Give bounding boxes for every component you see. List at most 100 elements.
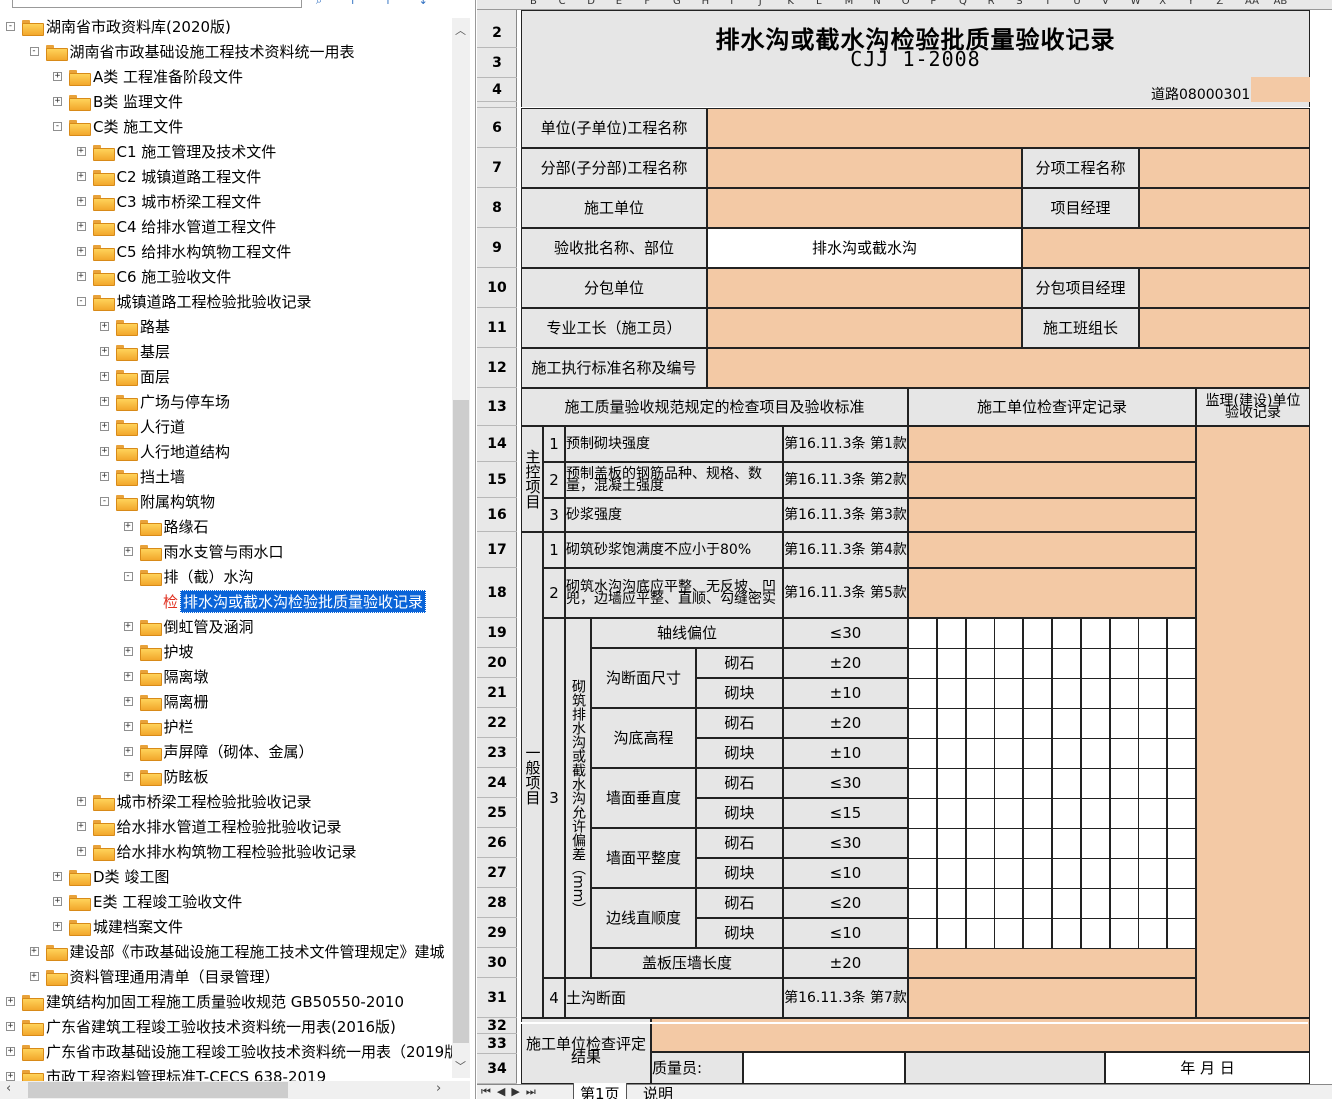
measurement-cell[interactable] <box>1167 828 1197 859</box>
column-letter[interactable]: AA <box>1245 0 1259 7</box>
column-letter[interactable]: J <box>759 0 762 7</box>
measurement-cell[interactable] <box>1052 618 1081 649</box>
column-letter[interactable]: Y <box>1188 0 1194 7</box>
measurement-cell[interactable] <box>1109 678 1139 709</box>
expand-icon[interactable]: + <box>100 372 109 381</box>
measurement-cell[interactable] <box>908 858 937 889</box>
tree-node[interactable]: + 护坡 <box>123 639 194 663</box>
measurement-cell[interactable] <box>936 708 966 739</box>
measurement-cell[interactable] <box>1023 858 1053 889</box>
measurement-cell[interactable] <box>1052 738 1081 769</box>
column-letter[interactable]: P <box>930 0 936 7</box>
measurement-cell[interactable] <box>1109 888 1139 919</box>
tree-node[interactable]: + 倒虹管及涵洞 <box>123 614 254 638</box>
tree-node[interactable]: + 防眩板 <box>123 764 209 788</box>
foreman-value[interactable] <box>707 308 1022 348</box>
measurement-cell[interactable] <box>1138 888 1168 919</box>
measurement-cell[interactable] <box>908 918 937 949</box>
measurement-cell[interactable] <box>965 918 995 949</box>
sheet-nav-arrows[interactable]: ⏮◀▶⏭ <box>481 1085 542 1099</box>
column-letter[interactable]: L <box>816 0 822 7</box>
measurement-cell[interactable] <box>1109 918 1139 949</box>
expand-icon[interactable]: + <box>76 797 86 806</box>
exec-std-value[interactable] <box>707 348 1310 388</box>
sub-pm-value[interactable] <box>1139 268 1310 308</box>
measurement-cell[interactable] <box>936 798 966 829</box>
measurement-cell[interactable] <box>1167 618 1197 649</box>
expand-icon[interactable]: + <box>6 1022 15 1031</box>
row-number[interactable]: 17 <box>477 532 517 568</box>
column-letter[interactable]: AB <box>1274 0 1288 7</box>
measurement-cell[interactable] <box>965 738 995 769</box>
supervisor-record[interactable] <box>1196 426 1310 1018</box>
measurement-cell[interactable] <box>965 618 995 649</box>
row-number[interactable]: 3 <box>477 48 517 78</box>
expand-icon[interactable]: + <box>53 897 62 906</box>
measurement-cell[interactable] <box>936 858 966 889</box>
column-letter[interactable]: D <box>587 0 595 7</box>
measurement-cell[interactable] <box>1052 648 1081 679</box>
measurement-cell[interactable] <box>1052 798 1081 829</box>
measurement-cell[interactable] <box>1023 678 1053 709</box>
measurement-cell[interactable] <box>908 888 937 919</box>
sheet-tab[interactable]: 说明 <box>637 1083 679 1099</box>
collapse-icon[interactable]: - <box>6 22 15 31</box>
division-value[interactable] <box>707 148 1022 188</box>
inspector-value[interactable] <box>743 1052 905 1084</box>
measurement-cell[interactable] <box>994 618 1024 649</box>
measurement-cell[interactable] <box>1052 768 1081 799</box>
tree-node[interactable]: + 雨水支管与雨水口 <box>123 539 284 563</box>
tree-node[interactable]: - C类 施工文件 <box>53 114 183 138</box>
expand-icon[interactable]: + <box>76 172 86 181</box>
expand-icon[interactable]: + <box>76 147 86 156</box>
item-record[interactable] <box>908 978 1196 1018</box>
row-number[interactable]: 4 <box>477 78 517 102</box>
column-letter[interactable]: S <box>1016 0 1022 7</box>
measurement-cell[interactable] <box>1138 648 1168 679</box>
tree-node[interactable]: + 广东省建筑工程竣工验收技术资料统一用表(2016版) <box>6 1014 396 1038</box>
column-letter[interactable]: B <box>530 0 537 7</box>
measurement-cell[interactable] <box>994 738 1024 769</box>
measurement-cell[interactable] <box>994 828 1024 859</box>
measurement-cell[interactable] <box>1080 828 1110 859</box>
measurement-cell[interactable] <box>1080 678 1110 709</box>
measurement-cell[interactable] <box>1109 738 1139 769</box>
row-number[interactable]: 24 <box>477 768 517 798</box>
tree-vertical-scrollbar[interactable]: ︿ ﹀ <box>452 18 470 1078</box>
row-number[interactable]: 9 <box>477 228 517 268</box>
column-letter[interactable]: U <box>1073 0 1080 7</box>
tree-node[interactable]: + 城市桥梁工程检验批验收记录 <box>76 789 312 813</box>
measurement-cell[interactable] <box>965 768 995 799</box>
expand-icon[interactable]: + <box>100 422 109 431</box>
row-number[interactable]: 12 <box>477 348 517 388</box>
measurement-cell[interactable] <box>936 678 966 709</box>
measurement-cell[interactable] <box>994 858 1024 889</box>
measurement-cell[interactable] <box>1138 798 1168 829</box>
tree-node[interactable]: + 建设部《市政基础设施工程施工技术文件管理规定》建城 <box>29 939 445 963</box>
measurement-cell[interactable] <box>1109 828 1139 859</box>
column-letter[interactable]: H <box>702 0 710 7</box>
column-letter[interactable]: I <box>730 0 733 7</box>
row-number[interactable]: 10 <box>477 268 517 308</box>
measurement-cell[interactable] <box>1167 768 1197 799</box>
column-letter[interactable]: V <box>1102 0 1109 7</box>
measurement-cell[interactable] <box>1052 918 1081 949</box>
scroll-left-icon[interactable]: ‹ <box>6 1081 11 1096</box>
tree-node[interactable]: + 面层 <box>100 364 170 388</box>
measurement-cell[interactable] <box>1080 618 1110 649</box>
expand-icon[interactable]: + <box>76 222 86 231</box>
tree-node[interactable]: + 广场与停车场 <box>100 389 230 413</box>
measurement-cell[interactable] <box>1167 798 1197 829</box>
tree-node[interactable]: + 资料管理通用清单（目录管理） <box>29 964 280 988</box>
measurement-cell[interactable] <box>1052 858 1081 889</box>
row-number[interactable]: 26 <box>477 828 517 858</box>
measurement-cell[interactable] <box>1138 618 1168 649</box>
row-number[interactable]: 31 <box>477 978 517 1018</box>
measurement-cell[interactable] <box>1052 828 1081 859</box>
measurement-cell[interactable] <box>994 888 1024 919</box>
expand-icon[interactable]: + <box>123 772 133 781</box>
measurement-cell[interactable] <box>1052 678 1081 709</box>
tree-leaf[interactable]: 检排水沟或截水沟检验批质量验收记录 <box>163 589 427 613</box>
expand-icon[interactable]: + <box>76 247 86 256</box>
expand-icon[interactable]: + <box>53 872 62 881</box>
